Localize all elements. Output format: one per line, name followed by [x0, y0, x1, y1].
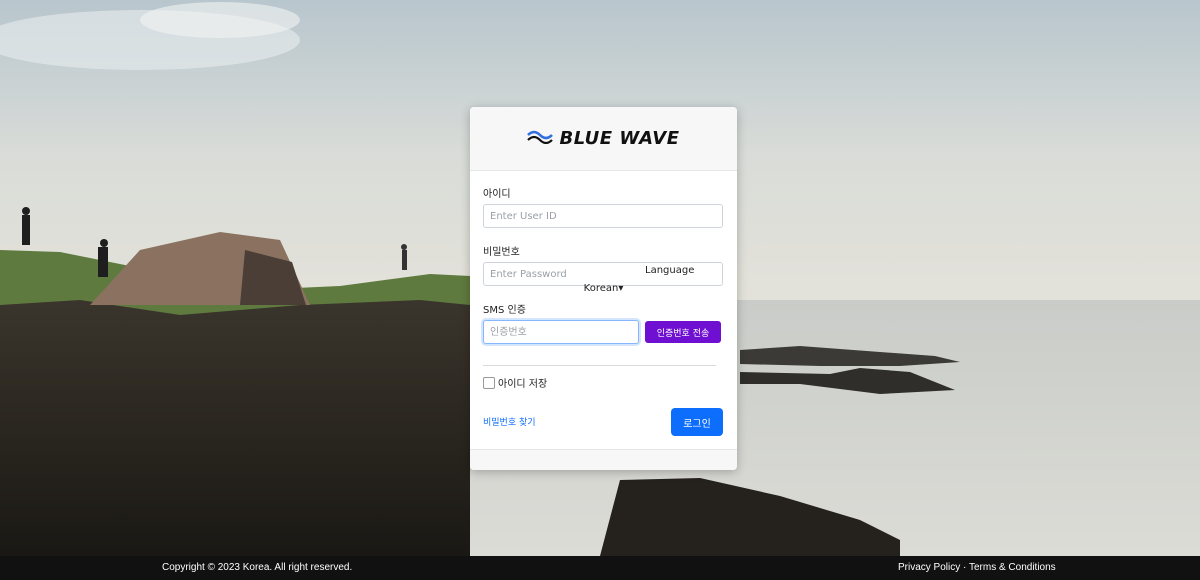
remember-label: 아이디 저장	[498, 379, 548, 390]
userid-input[interactable]	[483, 204, 723, 228]
language-select[interactable]: Korean▾	[470, 283, 737, 294]
divider	[483, 365, 716, 366]
footer-links: Privacy Policy · Terms & Conditions	[898, 562, 1056, 573]
sms-label: SMS 인증	[483, 305, 526, 316]
find-password-link[interactable]: 비밀번호 찾기	[483, 415, 536, 428]
brand-logo: BLUE WAVE	[527, 128, 679, 149]
card-header: BLUE WAVE	[470, 107, 737, 171]
password-label: 비밀번호	[483, 247, 520, 258]
page-footer: Copyright © 2023 Korea. All right reserv…	[0, 556, 1200, 580]
wave-icon	[527, 130, 554, 147]
copyright-text: Copyright © 2023 Korea. All right reserv…	[162, 562, 353, 573]
language-label: Language	[645, 265, 695, 276]
sms-row: 인증번호 전송	[483, 320, 724, 344]
remember-checkbox[interactable]	[483, 376, 495, 389]
privacy-policy-link[interactable]: Privacy Policy	[898, 562, 960, 573]
send-code-button[interactable]: 인증번호 전송	[645, 321, 721, 343]
brand-name: BLUE WAVE	[559, 128, 680, 149]
login-form: 아이디 비밀번호 SMS 인증 인증번호 전송	[470, 171, 737, 344]
login-card: BLUE WAVE 아이디 비밀번호 SMS 인증 인증번호 전송 Langua…	[470, 107, 737, 470]
login-button[interactable]: 로그인	[671, 408, 723, 436]
remember-id[interactable]: 아이디 저장	[483, 375, 547, 390]
terms-link[interactable]: Terms & Conditions	[969, 562, 1056, 573]
footer-separator: ·	[960, 562, 969, 573]
userid-label: 아이디	[483, 189, 511, 200]
card-footer	[470, 449, 737, 470]
sms-code-input[interactable]	[483, 320, 639, 344]
